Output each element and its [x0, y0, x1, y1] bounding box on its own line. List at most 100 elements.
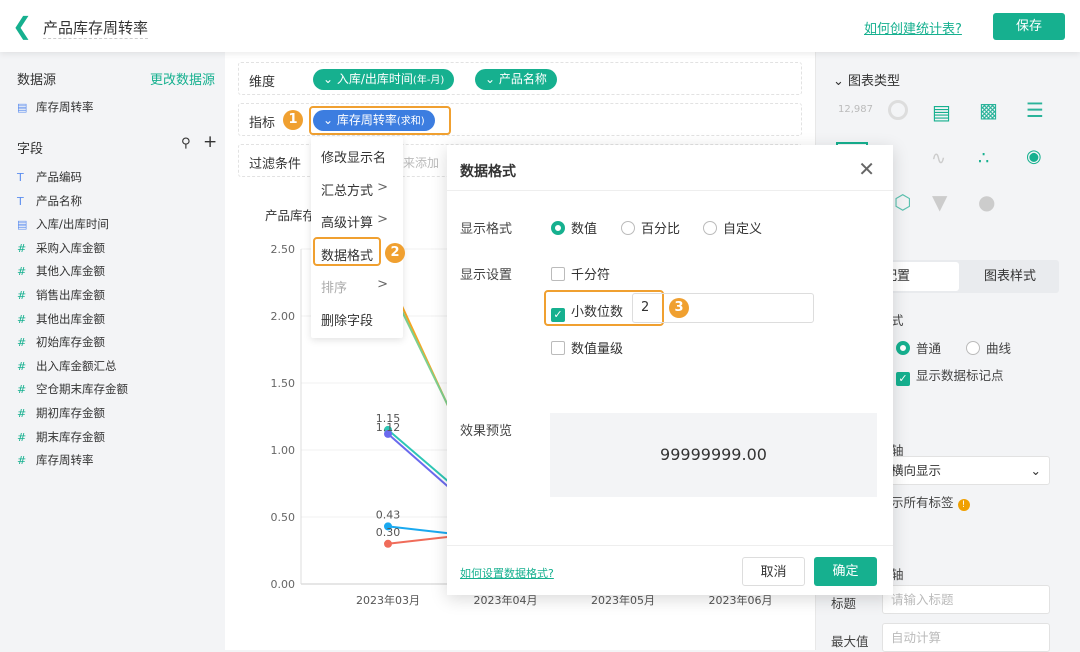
datasource-item[interactable]: ▤ 库存周转率 — [17, 99, 94, 115]
map-chart-icon[interactable]: ● — [978, 190, 995, 214]
field-item[interactable]: # 空仓期末库存金额 — [17, 381, 128, 397]
decimals-input[interactable]: 2 — [632, 293, 814, 323]
number-field-icon: # — [17, 454, 27, 468]
funnel-chart-icon[interactable]: ▼ — [932, 190, 947, 214]
y-tick-label: 0.50 — [271, 511, 296, 524]
multi-line-chart-icon[interactable]: ∿ — [931, 148, 946, 169]
field-item[interactable]: # 销售出库金额 — [17, 287, 105, 303]
scatter-chart-icon[interactable]: ∴ — [978, 148, 989, 169]
max-input[interactable]: 自动计算 — [882, 623, 1050, 652]
horizontal-bar-chart-icon[interactable]: ☰ — [1026, 98, 1044, 122]
line-style-curve[interactable]: 曲线 — [966, 338, 1011, 357]
datasource-label: 数据源 — [17, 73, 57, 88]
chevron-right-icon: > — [377, 277, 388, 292]
warning-icon: ! — [957, 499, 970, 511]
settings-label: 显示设置 — [460, 268, 513, 283]
sidebar: 数据源 更改数据源 ▤ 库存周转率 字段 ⚲ + T 产品编码 T 产品名称 ▤ 入库/出库… — [0, 52, 225, 650]
field-item[interactable]: T 产品名称 — [17, 193, 82, 209]
number-field-icon: # — [17, 430, 27, 444]
menu-item[interactable]: 汇总方式 > — [321, 180, 396, 199]
field-item[interactable]: T 产品编码 — [17, 169, 82, 185]
field-item[interactable]: # 期初库存金额 — [17, 405, 105, 421]
menu-item[interactable]: 排序 > — [321, 277, 396, 296]
format-help-link[interactable]: 如何设置数据格式? — [460, 565, 554, 581]
magnitude-checkbox[interactable]: 数值量级 — [551, 338, 623, 357]
data-label: 0.43 — [376, 508, 401, 521]
field-item[interactable]: ▤ 入库/出库时间 — [17, 216, 109, 232]
field-item[interactable]: # 库存周转率 — [17, 452, 94, 468]
close-icon[interactable]: ✕ — [858, 157, 875, 181]
field-item[interactable]: # 出入库金额汇总 — [17, 358, 117, 374]
data-format-dialog: 数据格式 ✕ 显示格式 数值 百分比 自定义 显示设置 千分符 ✓ 小数位数 2 … — [447, 145, 893, 595]
bubble-chart-icon[interactable]: ◉ — [1026, 146, 1042, 167]
y-tick-label: 1.50 — [271, 377, 296, 390]
dialog-title: 数据格式 — [460, 164, 516, 180]
help-link[interactable]: 如何创建统计表? — [864, 18, 962, 37]
dimension-pill[interactable]: ⌄ 产品名称 — [475, 69, 557, 90]
gauge-chart-icon[interactable] — [888, 100, 908, 120]
change-datasource-link[interactable]: 更改数据源 — [150, 69, 215, 88]
field-item[interactable]: # 其他出库金额 — [17, 311, 105, 327]
number-field-icon: # — [17, 265, 27, 279]
dimension-pill[interactable]: ⌄ 入库/出库时间(年-月) — [313, 69, 455, 90]
show-all-labels[interactable]: 示所有标签 ! — [891, 492, 970, 511]
field-context-menu: 修改显示名 汇总方式 > 高级计算 > 数据格式 排序 > 删除字段 2 — [311, 137, 405, 338]
y-tick-label: 2.50 — [271, 243, 296, 256]
line-style-normal[interactable]: 普通 — [896, 338, 941, 357]
filter-label: 过滤条件 — [249, 157, 302, 172]
dimension-row[interactable]: 维度 ⌄ 入库/出库时间(年-月) ⌄ 产品名称 — [238, 62, 802, 95]
text-field-icon: T — [17, 194, 24, 208]
label-direction-select[interactable]: 横向显示 ⌄ — [882, 456, 1050, 485]
cancel-button[interactable]: 取消 — [742, 557, 805, 586]
number-field-icon: # — [17, 289, 27, 302]
number-field-icon: # — [17, 383, 27, 397]
chevron-right-icon: > — [377, 179, 388, 195]
fields-label: 字段 — [17, 142, 44, 157]
axis-title-input[interactable]: 请输入标题 — [882, 585, 1050, 614]
metric-row[interactable]: 指标 1 ⌄ 库存周转率(求和) — [238, 103, 802, 136]
confirm-button[interactable]: 确定 — [814, 557, 877, 586]
metric-pill[interactable]: ⌄ 库存周转率(求和) — [313, 110, 435, 131]
format-percent-radio[interactable]: 百分比 — [621, 218, 680, 237]
search-icon[interactable]: ⚲ — [181, 136, 191, 151]
step-badge: 2 — [385, 243, 405, 263]
add-icon[interactable]: + — [203, 132, 217, 152]
field-item[interactable]: # 初始库存金额 — [17, 334, 105, 350]
y-tick-label: 0.00 — [271, 578, 296, 591]
format-number-radio[interactable]: 数值 — [551, 218, 597, 237]
kpi-chart-icon[interactable]: 12,987 — [838, 104, 873, 115]
metric-label: 指标 — [249, 116, 276, 131]
thousands-checkbox[interactable]: 千分符 — [551, 264, 610, 283]
x-tick-label: 2023年03月 — [356, 593, 420, 607]
number-field-icon: # — [17, 312, 27, 326]
bar-chart-icon[interactable]: ▩ — [979, 98, 998, 122]
step-badge: 1 — [283, 110, 303, 130]
x-tick-label: 2023年05月 — [591, 593, 655, 607]
menu-item[interactable]: 高级计算 > — [321, 212, 396, 231]
field-item[interactable]: # 采购入库金额 — [17, 240, 105, 256]
date-field-icon: ▤ — [17, 218, 28, 232]
back-chevron-icon[interactable]: ❮ — [12, 12, 32, 40]
radar-chart-icon[interactable]: ⬡ — [894, 190, 911, 214]
y-tick-label: 1.00 — [271, 444, 296, 457]
save-button[interactable]: 保存 — [993, 13, 1065, 40]
axis-title-label: 标题 — [831, 596, 857, 611]
chart-type-header[interactable]: ⌄ 图表类型 — [833, 70, 900, 89]
step-badge: 3 — [669, 298, 689, 318]
number-field-icon: # — [17, 407, 27, 420]
decimals-checkbox[interactable]: ✓ 小数位数 — [551, 301, 623, 322]
page-title[interactable]: 产品库存周转率 — [43, 17, 149, 39]
format-custom-radio[interactable]: 自定义 — [703, 218, 762, 237]
data-label: 1.12 — [376, 421, 401, 434]
max-label: 最大值 — [831, 634, 869, 649]
dimension-label: 维度 — [249, 75, 276, 90]
field-item[interactable]: # 其他入库金额 — [17, 263, 105, 279]
number-field-icon: # — [17, 336, 27, 350]
table-chart-icon[interactable]: ▤ — [932, 100, 951, 124]
show-markers-checkbox[interactable]: ✓ 显示数据标记点 — [896, 365, 1004, 386]
menu-item[interactable]: 删除字段 — [321, 310, 396, 329]
field-item[interactable]: # 期末库存金额 — [17, 429, 105, 445]
number-field-icon: # — [17, 241, 27, 255]
tab-chart-style[interactable]: 图表样式 — [963, 262, 1057, 291]
menu-item[interactable]: 修改显示名 — [321, 147, 396, 166]
